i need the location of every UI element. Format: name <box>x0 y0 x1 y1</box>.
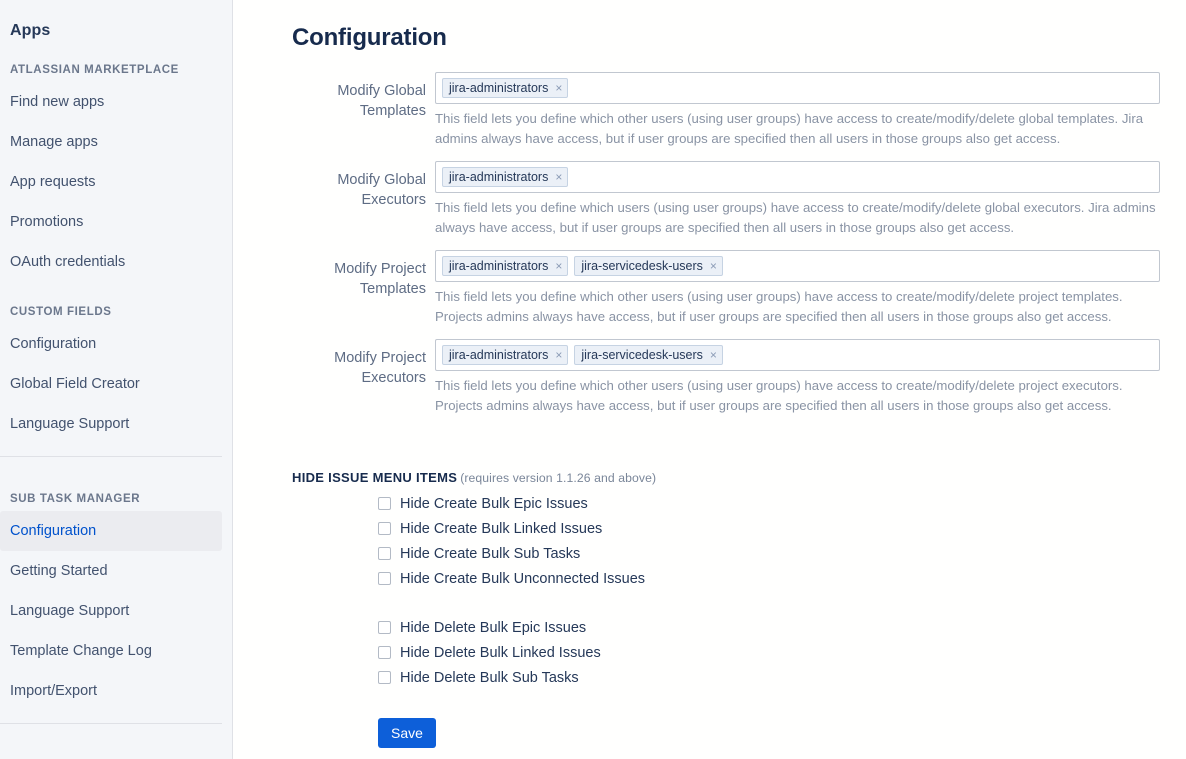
checkbox-row[interactable]: Hide Create Bulk Unconnected Issues <box>378 566 1186 591</box>
checkbox-group: Hide Create Bulk Epic Issues Hide Create … <box>378 491 1186 591</box>
sidebar-item-oauth-credentials[interactable]: OAuth credentials <box>0 242 222 282</box>
sidebar-group: WATCH IT <box>0 736 232 759</box>
checkbox-groups: Hide Create Bulk Epic Issues Hide Create … <box>292 491 1186 690</box>
remove-token-icon[interactable]: × <box>555 260 562 272</box>
sidebar-group-heading: SUB TASK MANAGER <box>10 493 141 505</box>
sidebar-group: ATLASSIAN MARKETPLACE Find new apps Manage… <box>0 40 232 282</box>
sidebar-item-manage-apps[interactable]: Manage apps <box>0 122 222 162</box>
user-group-token-label: jira-administrators <box>449 258 549 273</box>
remove-token-icon[interactable]: × <box>555 82 562 94</box>
checkbox-label[interactable]: Hide Delete Bulk Epic Issues <box>400 618 586 638</box>
hide-issue-menu-items-heading: HIDE ISSUE MENU ITEMS (requires version 1… <box>292 470 1186 485</box>
field-description: This field lets you define which users (… <box>435 200 1156 236</box>
sidebar-item-getting-started[interactable]: Getting Started <box>0 551 222 591</box>
checkbox-hide-delete-bulk-epic-issues[interactable] <box>378 621 391 635</box>
sidebar-item-promotions[interactable]: Promotions <box>0 202 222 242</box>
app-root: Apps ATLASSIAN MARKETPLACE Find new apps M… <box>0 0 1186 759</box>
field-body: jira-administrators × jira-servicedesk-use… <box>435 339 1173 428</box>
checkbox-hide-delete-bulk-linked-issues[interactable] <box>378 646 391 660</box>
user-group-token-label: jira-administrators <box>449 80 549 95</box>
sidebar-group-heading: ATLASSIAN MARKETPLACE <box>10 64 179 76</box>
checkbox-hide-create-bulk-linked-issues[interactable] <box>378 522 391 536</box>
user-group-token: jira-administrators × <box>442 256 569 277</box>
sidebar-group-heading: CUSTOM FIELDS <box>10 306 112 318</box>
checkbox-row[interactable]: Hide Delete Bulk Sub Tasks <box>378 665 1186 690</box>
sidebar-nav: ATLASSIAN MARKETPLACE Find new apps Manage… <box>0 40 232 759</box>
field-body: jira-administrators × jira-servicedesk-use… <box>435 250 1173 339</box>
remove-token-icon[interactable]: × <box>710 260 717 272</box>
checkbox-row[interactable]: Hide Create Bulk Epic Issues <box>378 491 1186 516</box>
checkbox-row[interactable]: Hide Delete Bulk Epic Issues <box>378 615 1186 640</box>
user-group-token: jira-administrators × <box>442 167 569 188</box>
field-label: Modify Project Executors <box>334 350 426 387</box>
sidebar-divider <box>0 723 222 724</box>
checkbox-group: Hide Delete Bulk Epic Issues Hide Delete … <box>378 615 1186 690</box>
sidebar-item-configuration[interactable]: Configuration <box>0 511 222 551</box>
user-group-token-label: jira-servicedesk-users <box>581 347 703 362</box>
sidebar-item-language-support[interactable]: Language Support <box>0 404 222 444</box>
sidebar-item-find-new-apps[interactable]: Find new apps <box>0 82 222 122</box>
hide-issue-menu-items-section: HIDE ISSUE MENU ITEMS (requires version 1… <box>233 470 1186 749</box>
field-label: Modify Global Executors <box>337 172 426 209</box>
checkbox-label[interactable]: Hide Delete Bulk Sub Tasks <box>400 668 579 688</box>
checkbox-label[interactable]: Hide Create Bulk Unconnected Issues <box>400 569 645 589</box>
sidebar: Apps ATLASSIAN MARKETPLACE Find new apps M… <box>0 0 233 759</box>
sidebar-divider <box>0 456 222 457</box>
sidebar-item-language-support[interactable]: Language Support <box>0 591 222 631</box>
remove-token-icon[interactable]: × <box>555 171 562 183</box>
checkbox-label[interactable]: Hide Create Bulk Epic Issues <box>400 494 588 514</box>
checkbox-row[interactable]: Hide Create Bulk Sub Tasks <box>378 541 1186 566</box>
field-label: Modify Global Templates <box>337 83 426 120</box>
checkbox-label[interactable]: Hide Delete Bulk Linked Issues <box>400 643 601 663</box>
remove-token-icon[interactable]: × <box>555 349 562 361</box>
user-group-token-label: jira-administrators <box>449 169 549 184</box>
field-description: This field lets you define which other u… <box>435 289 1123 325</box>
sidebar-group: CUSTOM FIELDS Configuration Global Field C… <box>0 282 232 444</box>
checkbox-row[interactable]: Hide Create Bulk Linked Issues <box>378 516 1186 541</box>
version-note: (requires version 1.1.26 and above) <box>460 471 657 486</box>
checkbox-hide-delete-bulk-sub-tasks[interactable] <box>378 671 391 685</box>
remove-token-icon[interactable]: × <box>710 349 717 361</box>
user-group-token: jira-administrators × <box>442 345 569 366</box>
hide-issue-menu-items-title: HIDE ISSUE MENU ITEMS <box>292 470 458 486</box>
user-group-token: jira-servicedesk-users × <box>574 256 723 277</box>
sidebar-title: Apps <box>10 22 51 39</box>
form-field-row: Modify Project Templates jira-administrat… <box>233 250 1173 339</box>
sidebar-item-configuration[interactable]: Configuration <box>0 324 222 364</box>
main-content: Configuration Modify Global Templates jir… <box>233 0 1186 759</box>
form-field-row: Modify Global Executors jira-administrato… <box>233 161 1173 250</box>
sidebar-group: SUB TASK MANAGER Configuration Getting Sta… <box>0 469 232 711</box>
page-title: Configuration <box>292 24 447 52</box>
user-group-token-label: jira-servicedesk-users <box>581 258 703 273</box>
save-button-wrap: Save <box>378 718 1186 749</box>
checkbox-hide-create-bulk-sub-tasks[interactable] <box>378 547 391 561</box>
sidebar-item-import-export[interactable]: Import/Export <box>0 671 222 711</box>
save-button[interactable]: Save <box>378 718 436 749</box>
sidebar-item-global-field-creator[interactable]: Global Field Creator <box>0 364 222 404</box>
sidebar-group-heading: WATCH IT <box>0 752 232 759</box>
user-groups-input[interactable]: jira-administrators × jira-servicedesk-use… <box>435 250 1160 283</box>
field-body: jira-administrators × This field lets you … <box>435 161 1173 250</box>
field-label: Modify Project Templates <box>334 261 426 298</box>
field-description: This field lets you define which other u… <box>435 378 1123 414</box>
sidebar-item-app-requests[interactable]: App requests <box>0 162 222 202</box>
checkbox-row[interactable]: Hide Delete Bulk Linked Issues <box>378 640 1186 665</box>
form-field-row: Modify Project Executors jira-administrat… <box>233 339 1173 428</box>
checkbox-hide-create-bulk-unconnected-issues[interactable] <box>378 572 391 586</box>
sidebar-item-template-change-log[interactable]: Template Change Log <box>0 631 222 671</box>
checkbox-hide-create-bulk-epic-issues[interactable] <box>378 497 391 511</box>
user-group-token-label: jira-administrators <box>449 347 549 362</box>
user-groups-input[interactable]: jira-administrators × jira-servicedesk-use… <box>435 339 1160 372</box>
user-groups-input[interactable]: jira-administrators × <box>435 72 1160 105</box>
user-groups-input[interactable]: jira-administrators × <box>435 161 1160 194</box>
field-description: This field lets you define which other u… <box>435 111 1144 147</box>
checkbox-label[interactable]: Hide Create Bulk Sub Tasks <box>400 544 580 564</box>
user-group-token: jira-administrators × <box>442 78 569 99</box>
form-field-row: Modify Global Templates jira-administrato… <box>233 72 1173 161</box>
user-group-token: jira-servicedesk-users × <box>574 345 723 366</box>
configuration-form: Modify Global Templates jira-administrato… <box>233 72 1186 428</box>
field-body: jira-administrators × This field lets you … <box>435 72 1173 161</box>
checkbox-label[interactable]: Hide Create Bulk Linked Issues <box>400 519 602 539</box>
